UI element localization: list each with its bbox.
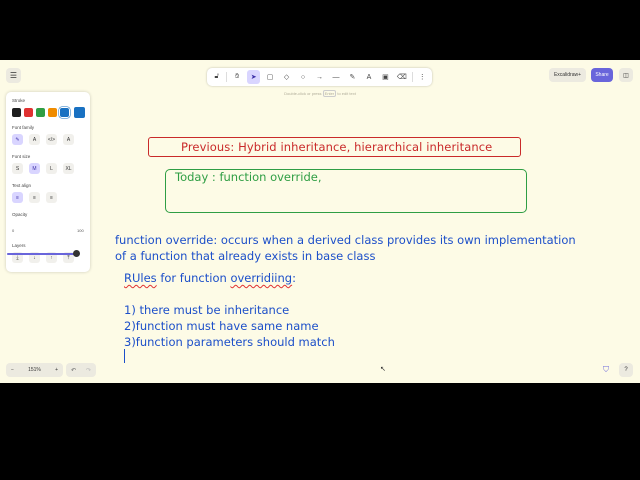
- stroke-label: Stroke: [12, 98, 26, 103]
- opacity-label: Opacity: [12, 212, 28, 217]
- previous-topic-text[interactable]: Previous: Hybrid inheritance, hierarchic…: [181, 140, 492, 154]
- library-button[interactable]: Excalidraw+: [549, 68, 586, 82]
- share-button[interactable]: Share: [591, 68, 613, 82]
- drawing-canvas[interactable]: ☰ 🔓︎ ✋︎ ➤ ▢ ◇ ○ → — ✎ A ▣ ⌫ ⋮ Double-cli…: [0, 60, 640, 383]
- pencil-icon: ✎: [15, 136, 20, 143]
- definition-line-2[interactable]: of a function that already exists in bas…: [115, 249, 375, 263]
- pencil-icon[interactable]: ✎: [346, 70, 359, 84]
- redo-icon[interactable]: ↷: [86, 367, 91, 374]
- ellipse-icon[interactable]: ○: [296, 70, 309, 84]
- align-center-icon[interactable]: ≡: [29, 192, 40, 203]
- rule-1[interactable]: 1) there must be inheritance: [124, 303, 289, 317]
- help-button[interactable]: ?: [619, 363, 633, 377]
- text-align-label: Text align: [12, 183, 32, 188]
- sidebar-toggle-button[interactable]: ◫: [619, 68, 633, 82]
- diamond-icon[interactable]: ◇: [280, 70, 293, 84]
- toolbar-hint: Double-click or press Enter to edit text: [270, 90, 370, 97]
- layers-label: Layers: [12, 243, 26, 248]
- font-size-s[interactable]: S: [12, 163, 23, 174]
- image-icon[interactable]: ▣: [379, 70, 392, 84]
- hint-text: Double-click or press: [284, 91, 322, 96]
- toolbar-divider: [226, 72, 228, 82]
- opacity-max: 100: [77, 228, 84, 233]
- shape-toolbar: 🔓︎ ✋︎ ➤ ▢ ◇ ○ → — ✎ A ▣ ⌫ ⋮: [207, 68, 432, 86]
- rules-word: RUles: [124, 271, 157, 285]
- shield-icon[interactable]: ⛉: [600, 364, 612, 376]
- font-size-label: Font size: [12, 154, 31, 159]
- undo-redo-controls: ↶ ↷: [66, 363, 96, 377]
- stroke-swatch-black[interactable]: [12, 108, 21, 117]
- hand-icon[interactable]: ✋︎: [230, 70, 243, 84]
- rules-rest: for function: [156, 271, 231, 285]
- stroke-swatch-red[interactable]: [24, 108, 33, 117]
- font-size-l[interactable]: L: [46, 163, 57, 174]
- current-stroke-color[interactable]: [74, 107, 85, 118]
- more-icon[interactable]: ⋮: [416, 70, 429, 84]
- hint-key: Enter: [322, 90, 337, 97]
- rule-3[interactable]: 3)function parameters should match: [124, 335, 335, 349]
- eraser-icon[interactable]: ⌫: [395, 70, 408, 84]
- zoom-out-button[interactable]: −: [11, 367, 14, 373]
- rules-heading[interactable]: RUles for function overridiing:: [124, 271, 296, 285]
- opacity-min: 0: [12, 228, 15, 233]
- undo-icon[interactable]: ↶: [71, 367, 76, 374]
- today-topic-text[interactable]: Today : function override,: [175, 170, 321, 184]
- opacity-slider-thumb[interactable]: [73, 250, 80, 257]
- lock-icon[interactable]: 🔓︎: [210, 70, 223, 84]
- text-icon[interactable]: A: [362, 70, 375, 84]
- font-size-xl[interactable]: XL: [63, 163, 74, 174]
- main-menu-button[interactable]: ☰: [6, 68, 21, 83]
- arrow-icon[interactable]: →: [313, 70, 326, 84]
- font-handdrawn-option[interactable]: ✎: [12, 134, 23, 145]
- align-left-icon[interactable]: ≡: [12, 192, 23, 203]
- rules-word-misspelled: overridiing: [230, 271, 293, 285]
- toolbar-divider: [411, 72, 413, 82]
- align-right-icon[interactable]: ≡: [46, 192, 57, 203]
- line-icon[interactable]: —: [329, 70, 342, 84]
- sidebar-icon: ◫: [623, 72, 629, 79]
- hamburger-icon: ☰: [9, 71, 18, 80]
- stroke-swatch-orange[interactable]: [48, 108, 57, 117]
- properties-panel: Stroke Font family ✎ A </> A Font size S…: [6, 92, 90, 272]
- hint-suffix: to edit text: [337, 91, 356, 96]
- definition-line-1[interactable]: function override: occurs when a derived…: [115, 233, 576, 247]
- zoom-in-button[interactable]: +: [55, 367, 58, 373]
- mouse-cursor-icon: ↖: [380, 366, 386, 373]
- rule-2[interactable]: 2)function must have same name: [124, 319, 319, 333]
- font-code-option[interactable]: </>: [46, 134, 57, 145]
- stroke-swatch-green[interactable]: [36, 108, 45, 117]
- rectangle-icon[interactable]: ▢: [263, 70, 276, 84]
- font-family-label: Font family: [12, 125, 35, 130]
- zoom-controls: − 151% +: [6, 363, 63, 377]
- opacity-slider-track[interactable]: [7, 253, 77, 255]
- opacity-slider-fill: [7, 253, 77, 255]
- zoom-level[interactable]: 151%: [28, 367, 41, 373]
- font-normal-option[interactable]: A: [29, 134, 40, 145]
- font-more-option[interactable]: A: [63, 134, 74, 145]
- font-size-m[interactable]: M: [29, 163, 40, 174]
- stroke-swatch-blue[interactable]: [59, 107, 70, 118]
- text-caret: [124, 349, 125, 363]
- pointer-icon[interactable]: ➤: [246, 70, 261, 84]
- rules-colon: :: [292, 271, 296, 285]
- help-icon: ?: [624, 367, 628, 373]
